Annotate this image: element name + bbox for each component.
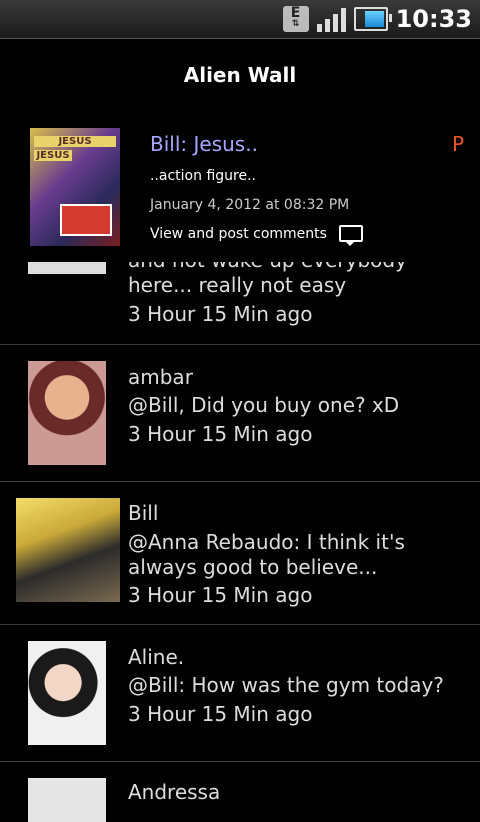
comment-time: 3 Hour 15 Min ago [128, 422, 313, 446]
comment-message: @Anna Rebaudo: I think it's always good … [128, 530, 405, 579]
view-comments-link[interactable]: View and post comments [150, 225, 363, 246]
status-bar: E ⇅ 10:33 [0, 0, 480, 39]
clock: 10:33 [395, 5, 472, 33]
avatar [28, 361, 106, 465]
list-item[interactable]: Bill @Anna Rebaudo: I think it's always … [0, 482, 480, 625]
battery-icon [353, 7, 392, 31]
comment-author: Aline. [128, 645, 185, 669]
thumb-box [60, 204, 112, 236]
comment-author: Andressa [128, 780, 221, 804]
list-item[interactable]: Andressa [0, 762, 480, 822]
list-item[interactable]: ambar @Bill, Did you buy one? xD 3 Hour … [0, 345, 480, 482]
signal-icon [316, 6, 346, 32]
avatar [28, 641, 106, 745]
comment-message: @Bill, Did you buy one? xD [128, 393, 400, 417]
post-date: January 4, 2012 at 08:32 PM [150, 197, 350, 213]
list-item[interactable]: Aline. @Bill: How was the gym today? 3 H… [0, 625, 480, 762]
post-thumbnail[interactable]: JESUS JESUS [30, 128, 120, 246]
post-flag: P [451, 132, 464, 156]
comment-author: Bill [128, 501, 159, 525]
screen-title: Alien Wall [183, 63, 297, 87]
post-header: JESUS JESUS Bill: Jesus.. P ..action fig… [0, 112, 480, 262]
comment-author: ambar [128, 365, 193, 389]
thumb-text: JESUS [34, 136, 116, 147]
comment-time: 3 Hour 15 Min ago [128, 583, 313, 607]
avatar [28, 778, 106, 822]
post-title: Bill: Jesus.. [150, 132, 258, 156]
comment-time: 3 Hour 15 Min ago [128, 702, 313, 726]
comment-list[interactable]: and not wake up everybody here... really… [0, 248, 480, 822]
post-description: ..action figure.. [150, 168, 256, 184]
thumb-text: JESUS [34, 150, 72, 161]
network-type-icon: E ⇅ [282, 6, 309, 32]
comment-time: 3 Hour 15 Min ago [128, 302, 313, 326]
comment-icon [338, 225, 363, 246]
view-comments-label: View and post comments [150, 225, 327, 242]
list-item[interactable]: and not wake up everybody here... really… [0, 248, 480, 345]
avatar [16, 498, 120, 602]
comment-message: @Bill: How was the gym today? [128, 673, 444, 697]
